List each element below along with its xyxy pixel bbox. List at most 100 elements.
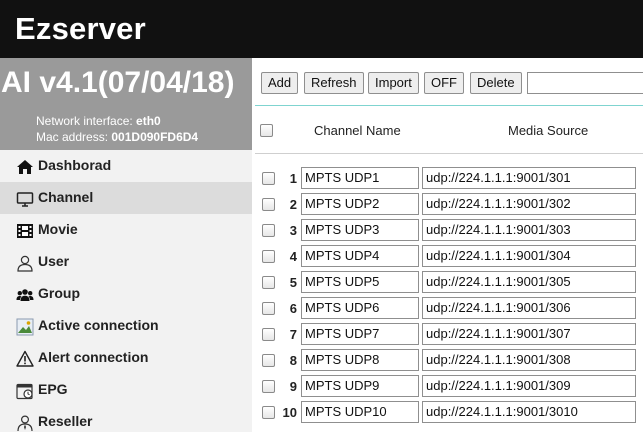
monitor-icon [16, 190, 34, 208]
sidebar-item-epg[interactable]: EPG [0, 374, 252, 406]
row-checkbox[interactable] [262, 406, 275, 419]
table-row: 7 MPTS UDP7 udp://224.1.1.1:9001/307 [252, 322, 643, 348]
sidebar-item-label: Reseller [38, 413, 93, 429]
search-input[interactable] [527, 72, 643, 94]
table-row: 10 MPTS UDP10 udp://224.1.1.1:9001/3010 [252, 400, 643, 426]
main-panel: Add Refresh Import OFF Delete Channel Na… [252, 58, 643, 432]
media-source-field[interactable]: udp://224.1.1.1:9001/302 [422, 193, 636, 215]
network-interface-line: Network interface: eth0 [36, 114, 161, 128]
sidebar: AI v4.1(07/04/18) Network interface: eth… [0, 58, 252, 432]
column-header-media-source: Media Source [508, 123, 589, 138]
table-row: 8 MPTS UDP8 udp://224.1.1.1:9001/308 [252, 348, 643, 374]
app-title: Ezserver [15, 11, 146, 46]
top-bar: Ezserver [0, 0, 643, 58]
channel-name-field[interactable]: MPTS UDP10 [301, 401, 419, 423]
off-button[interactable]: OFF [424, 72, 464, 94]
media-source-field[interactable]: udp://224.1.1.1:9001/307 [422, 323, 636, 345]
server-info-panel: AI v4.1(07/04/18) Network interface: eth… [0, 58, 252, 150]
channel-name-field[interactable]: MPTS UDP7 [301, 323, 419, 345]
table-row: 3 MPTS UDP3 udp://224.1.1.1:9001/303 [252, 218, 643, 244]
table-row: 5 MPTS UDP5 udp://224.1.1.1:9001/305 [252, 270, 643, 296]
channel-name-field[interactable]: MPTS UDP8 [301, 349, 419, 371]
row-checkbox[interactable] [262, 172, 275, 185]
media-source-field[interactable]: udp://224.1.1.1:9001/309 [422, 375, 636, 397]
calendar-clock-icon [16, 382, 34, 400]
sidebar-item-label: Movie [38, 221, 78, 237]
delete-button[interactable]: Delete [470, 72, 522, 94]
sidebar-item-label: Channel [38, 189, 94, 205]
table-row: 6 MPTS UDP6 udp://224.1.1.1:9001/306 [252, 296, 643, 322]
row-number: 10 [282, 405, 297, 420]
column-header-channel-name: Channel Name [314, 123, 401, 138]
table-row: 1 MPTS UDP1 udp://224.1.1.1:9001/301 [252, 166, 643, 192]
media-source-field[interactable]: udp://224.1.1.1:9001/306 [422, 297, 636, 319]
sidebar-item-label: Group [38, 285, 80, 301]
media-source-field[interactable]: udp://224.1.1.1:9001/303 [422, 219, 636, 241]
media-source-field[interactable]: udp://224.1.1.1:9001/308 [422, 349, 636, 371]
sidebar-item-dashborad[interactable]: Dashborad [0, 150, 252, 182]
reseller-icon [16, 414, 34, 432]
row-number: 3 [289, 223, 297, 238]
row-checkbox[interactable] [262, 302, 275, 315]
sidebar-item-group[interactable]: Group [0, 278, 252, 310]
row-checkbox[interactable] [262, 380, 275, 393]
mac-address-value: 001D090FD6D4 [111, 130, 199, 144]
sidebar-item-label: Dashborad [38, 157, 112, 173]
user-icon [16, 254, 34, 272]
network-interface-value: eth0 [136, 114, 161, 128]
sidebar-item-movie[interactable]: Movie [0, 214, 252, 246]
refresh-button[interactable]: Refresh [304, 72, 364, 94]
channel-name-field[interactable]: MPTS UDP9 [301, 375, 419, 397]
media-source-field[interactable]: udp://224.1.1.1:9001/305 [422, 271, 636, 293]
connection-image-icon [16, 318, 34, 336]
network-interface-label: Network interface: [36, 114, 137, 128]
row-number: 9 [289, 379, 297, 394]
import-button[interactable]: Import [368, 72, 419, 94]
row-checkbox[interactable] [262, 354, 275, 367]
home-icon [16, 158, 34, 176]
row-number: 2 [289, 197, 297, 212]
sidebar-item-reseller[interactable]: Reseller [0, 406, 252, 438]
toolbar-divider [255, 105, 643, 106]
alert-icon [16, 350, 34, 368]
select-all-checkbox[interactable] [260, 124, 273, 137]
row-checkbox[interactable] [262, 276, 275, 289]
table-row: 9 MPTS UDP9 udp://224.1.1.1:9001/309 [252, 374, 643, 400]
sidebar-item-label: Active connection [38, 317, 159, 333]
row-number: 4 [289, 249, 297, 264]
row-number: 8 [289, 353, 297, 368]
channel-name-field[interactable]: MPTS UDP4 [301, 245, 419, 267]
version-label: AI v4.1(07/04/18) [1, 66, 235, 99]
toolbar: Add Refresh Import OFF Delete [252, 58, 643, 106]
media-source-field[interactable]: udp://224.1.1.1:9001/3010 [422, 401, 636, 423]
sidebar-item-active-connection[interactable]: Active connection [0, 310, 252, 342]
sidebar-item-label: Alert connection [38, 349, 149, 365]
table-row: 4 MPTS UDP4 udp://224.1.1.1:9001/304 [252, 244, 643, 270]
sidebar-item-alert-connection[interactable]: Alert connection [0, 342, 252, 374]
channel-name-field[interactable]: MPTS UDP2 [301, 193, 419, 215]
media-source-field[interactable]: udp://224.1.1.1:9001/304 [422, 245, 636, 267]
row-number: 7 [289, 327, 297, 342]
row-checkbox[interactable] [262, 250, 275, 263]
channel-name-field[interactable]: MPTS UDP6 [301, 297, 419, 319]
row-checkbox[interactable] [262, 224, 275, 237]
row-checkbox[interactable] [262, 198, 275, 211]
film-icon [16, 222, 34, 240]
media-source-field[interactable]: udp://224.1.1.1:9001/301 [422, 167, 636, 189]
row-number: 1 [289, 171, 297, 186]
row-checkbox[interactable] [262, 328, 275, 341]
group-icon [16, 286, 34, 304]
row-number: 6 [289, 301, 297, 316]
sidebar-item-label: EPG [38, 381, 68, 397]
add-button[interactable]: Add [261, 72, 299, 94]
channel-name-field[interactable]: MPTS UDP3 [301, 219, 419, 241]
table-row: 2 MPTS UDP2 udp://224.1.1.1:9001/302 [252, 192, 643, 218]
sidebar-item-label: User [38, 253, 70, 269]
channel-name-field[interactable]: MPTS UDP1 [301, 167, 419, 189]
sidebar-item-user[interactable]: User [0, 246, 252, 278]
channel-name-field[interactable]: MPTS UDP5 [301, 271, 419, 293]
sidebar-item-channel[interactable]: Channel [0, 182, 252, 214]
sidebar-nav: Dashborad Channel Movie User Group Activ… [0, 150, 252, 438]
mac-address-line: Mac address: 001D090FD6D4 [36, 130, 198, 144]
row-number: 5 [289, 275, 297, 290]
